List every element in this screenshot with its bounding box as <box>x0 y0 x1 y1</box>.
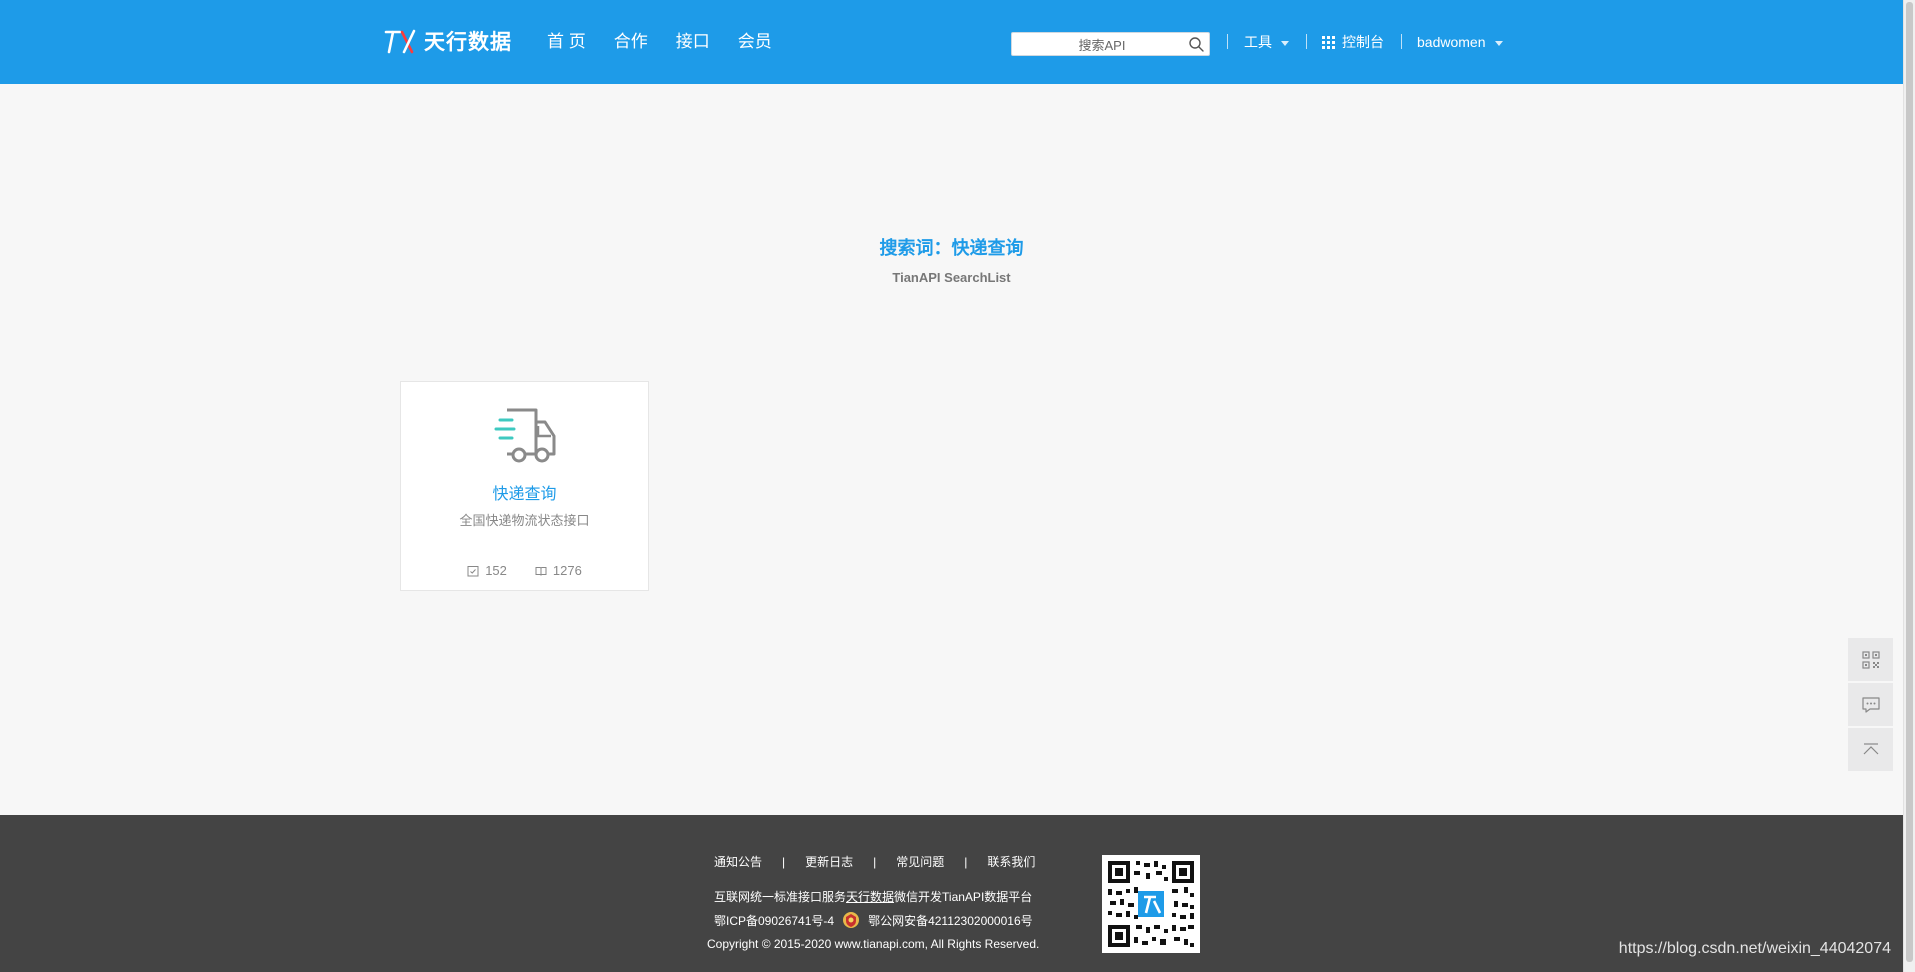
stat-reads-value: 1276 <box>552 563 582 578</box>
main-nav: 首 页 合作 接口 会员 <box>547 29 800 55</box>
page-subtitle: TianAPI SearchList <box>892 270 1011 285</box>
chat-button[interactable] <box>1848 683 1893 726</box>
site-footer: 通知公告 | 更新日志 | 常见问题 | 联系我们 互联网统一标准接口服务天行数… <box>0 815 1903 972</box>
search-box <box>1011 32 1210 57</box>
user-menu[interactable]: badwomen <box>1417 33 1503 51</box>
footer-link-notice[interactable]: 通知公告 <box>714 853 762 870</box>
header-divider <box>1227 34 1228 49</box>
footer-separator: | <box>782 854 786 869</box>
footer-description: 互联网统一标准接口服务天行数据微信开发TianAPI数据平台 <box>714 888 1032 905</box>
chevron-down-icon <box>1494 40 1503 46</box>
chat-icon <box>1861 696 1880 713</box>
header-divider <box>1306 34 1307 49</box>
top-header: 天行数据 首 页 合作 接口 会员 工具 控制台 badwomen <box>0 0 1903 84</box>
qrcode-icon <box>1861 650 1880 669</box>
stat-reads: 1276 <box>535 563 582 578</box>
footer-link-faq[interactable]: 常见问题 <box>896 853 944 870</box>
blog-watermark: https://blog.csdn.net/weixin_44042074 <box>1618 940 1891 957</box>
search-icon[interactable] <box>1188 36 1205 53</box>
card-description: 全国快递物流状态接口 <box>459 513 590 528</box>
qrcode-image <box>1102 855 1200 953</box>
side-toolbar <box>1848 638 1893 773</box>
footer-copyright: Copyright © 2015-2020 www.tianapi.com, A… <box>707 937 1040 951</box>
site-logo[interactable]: 天行数据 <box>384 26 512 56</box>
footer-links: 通知公告 | 更新日志 | 常见问题 | 联系我们 <box>714 853 1035 870</box>
footer-registration: 鄂ICP备09026741号-4 鄂公网安备42112302000016号 <box>714 911 1033 929</box>
username: badwomen <box>1417 34 1486 50</box>
footer-link-contact[interactable]: 联系我们 <box>987 853 1035 870</box>
grid-icon <box>1322 35 1335 49</box>
footer-separator: | <box>873 854 877 869</box>
footer-link-changelog[interactable]: 更新日志 <box>805 853 853 870</box>
back-to-top-icon <box>1863 742 1878 754</box>
logo-text: 天行数据 <box>424 31 512 54</box>
tools-label: 工具 <box>1244 34 1272 50</box>
police-badge-icon <box>843 912 860 928</box>
nav-home[interactable]: 首 页 <box>547 29 586 55</box>
scrollbar-thumb[interactable] <box>1906 2 1913 962</box>
footer-desc-suffix: 微信开发TianAPI数据平台 <box>894 890 1033 904</box>
checklist-icon <box>467 565 479 576</box>
console-label: 控制台 <box>1342 34 1384 50</box>
api-card[interactable]: 快递查询 全国快递物流状态接口 152 1276 <box>400 381 649 591</box>
book-icon <box>535 566 547 576</box>
logo-mark-icon <box>384 29 416 54</box>
card-stats: 152 1276 <box>401 563 648 578</box>
chevron-down-icon <box>1281 40 1289 46</box>
console-link[interactable]: 控制台 <box>1322 33 1384 51</box>
delivery-truck-icon <box>494 408 556 463</box>
qrcode-button[interactable] <box>1848 638 1893 681</box>
page-title: 搜索词：快递查询 <box>879 238 1024 258</box>
nav-cooperation[interactable]: 合作 <box>614 29 648 55</box>
vertical-scrollbar[interactable] <box>1903 0 1915 972</box>
icp-link[interactable]: 鄂ICP备09026741号-4 <box>714 912 834 929</box>
footer-brand-link[interactable]: 天行数据 <box>846 890 894 904</box>
footer-desc-prefix: 互联网统一标准接口服务 <box>714 890 847 904</box>
police-record-link[interactable]: 鄂公网安备42112302000016号 <box>868 912 1033 929</box>
header-divider <box>1401 34 1402 49</box>
back-to-top-button[interactable] <box>1848 728 1893 771</box>
card-title[interactable]: 快递查询 <box>401 480 648 504</box>
nav-member[interactable]: 会员 <box>738 29 772 55</box>
stat-calls-value: 152 <box>485 563 507 578</box>
nav-api[interactable]: 接口 <box>676 29 710 55</box>
search-input[interactable] <box>1020 33 1184 57</box>
tools-menu[interactable]: 工具 <box>1244 33 1289 51</box>
stat-calls: 152 <box>467 563 507 578</box>
footer-separator: | <box>964 854 968 869</box>
